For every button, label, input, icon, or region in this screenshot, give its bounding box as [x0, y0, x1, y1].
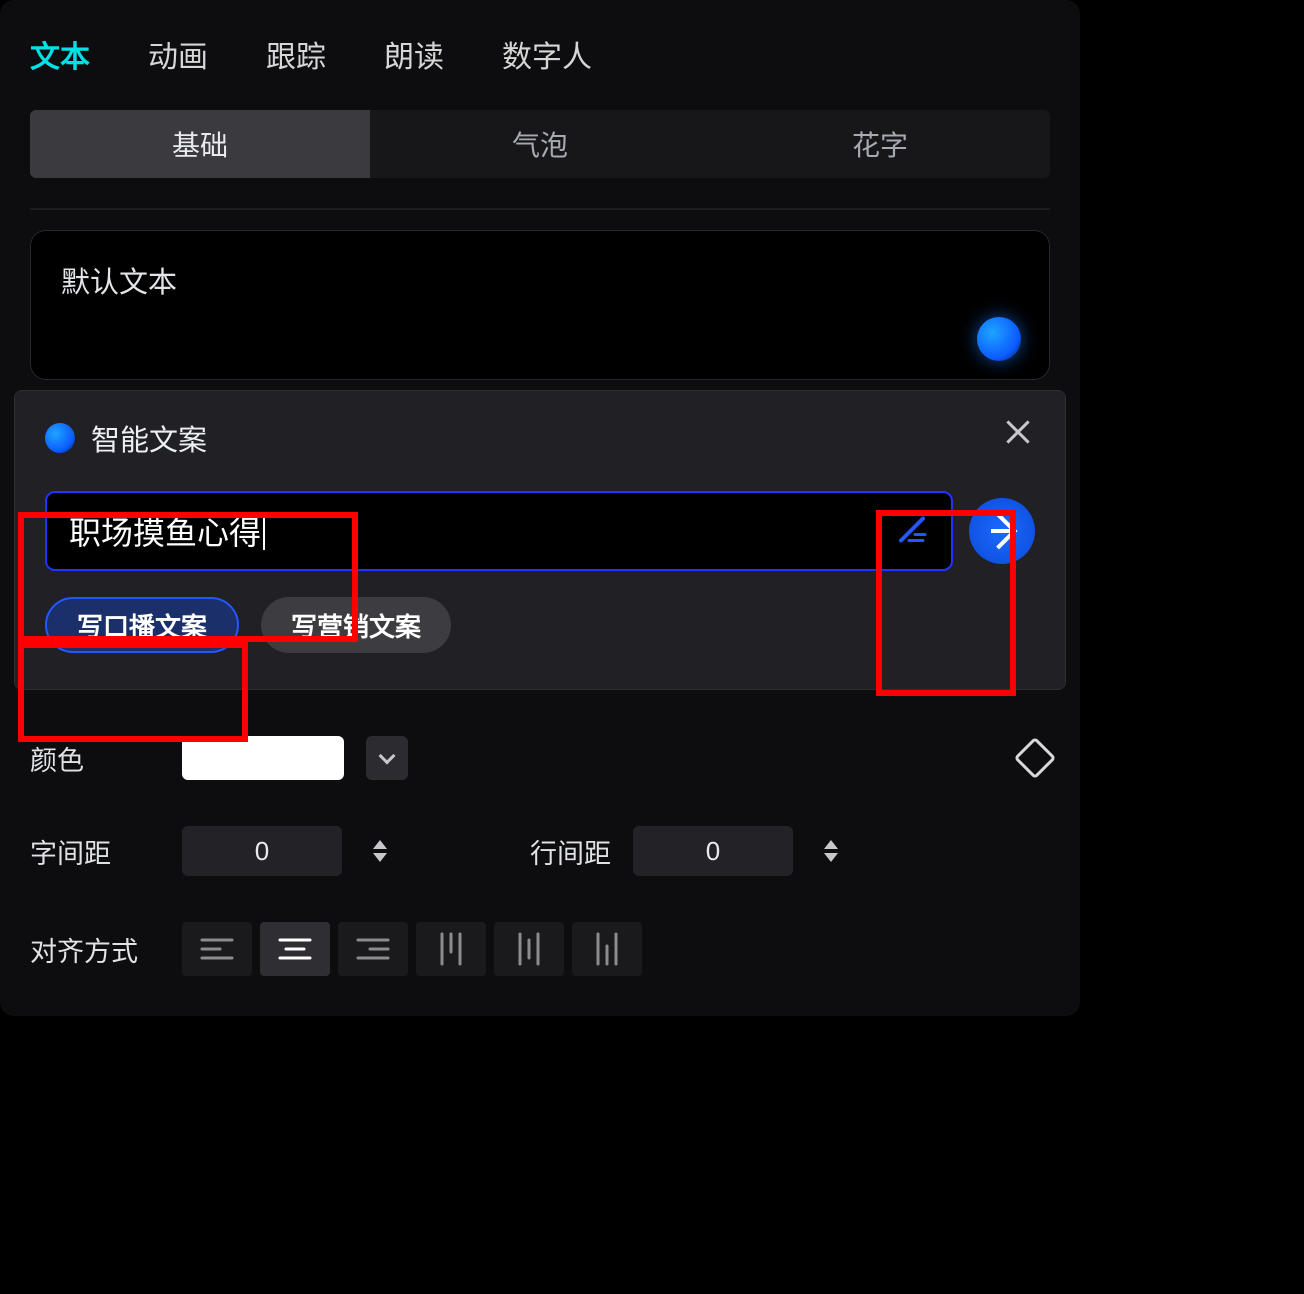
input-line-spacing[interactable]: 0 [633, 826, 793, 876]
chip-marketing-copy[interactable]: 写营销文案 [261, 597, 451, 653]
label-color: 颜色 [30, 739, 160, 778]
smart-copy-popup: 智能文案 职场摸鱼心得 写口播文案 写 [14, 390, 1066, 690]
row-spacing: 字间距 0 行间距 0 [30, 826, 1050, 876]
chevron-down-icon[interactable] [373, 853, 387, 862]
submit-arrow-button[interactable] [969, 498, 1035, 564]
smart-copy-input-text: 职场摸鱼心得 [69, 508, 261, 554]
tab-read[interactable]: 朗读 [384, 32, 444, 76]
color-swatch[interactable] [182, 736, 344, 780]
text-content: 默认文本 [61, 259, 1019, 301]
subtab-basic[interactable]: 基础 [30, 110, 370, 178]
popup-title: 智能文案 [91, 417, 207, 459]
divider [30, 208, 1050, 210]
chevron-down-icon[interactable] [824, 853, 838, 862]
label-align: 对齐方式 [30, 930, 160, 969]
ai-orb-icon[interactable] [977, 317, 1021, 361]
tab-tracking[interactable]: 跟踪 [266, 32, 326, 76]
row-align: 对齐方式 [30, 922, 1050, 976]
ai-orb-icon [45, 423, 75, 453]
color-dropdown[interactable] [366, 736, 408, 780]
smart-copy-input[interactable]: 职场摸鱼心得 [45, 491, 953, 571]
chevron-up-icon[interactable] [373, 840, 387, 849]
align-vertical-center-icon[interactable] [494, 922, 564, 976]
tab-animation[interactable]: 动画 [148, 32, 208, 76]
text-content-box[interactable]: 默认文本 [30, 230, 1050, 380]
sub-tabs: 基础 气泡 花字 [30, 110, 1050, 178]
keyframe-diamond-icon[interactable] [1014, 737, 1056, 779]
subtab-bubble[interactable]: 气泡 [370, 110, 710, 178]
stepper-letter-spacing[interactable] [364, 826, 396, 876]
subtab-fancy[interactable]: 花字 [710, 110, 1050, 178]
align-left-icon[interactable] [182, 922, 252, 976]
align-vertical-right-icon[interactable] [572, 922, 642, 976]
row-color: 颜色 [30, 736, 1050, 780]
tab-text[interactable]: 文本 [30, 32, 90, 76]
align-right-icon[interactable] [338, 922, 408, 976]
chevron-down-icon [379, 748, 396, 765]
tab-avatar[interactable]: 数字人 [502, 32, 592, 76]
close-icon[interactable] [999, 413, 1037, 451]
input-letter-spacing[interactable]: 0 [182, 826, 342, 876]
stepper-line-spacing[interactable] [815, 826, 847, 876]
label-line-spacing: 行间距 [530, 832, 611, 871]
magic-wand-icon[interactable] [895, 511, 931, 552]
align-vertical-left-icon[interactable] [416, 922, 486, 976]
text-cursor [263, 512, 265, 550]
text-properties-panel: 文本 动画 跟踪 朗读 数字人 基础 气泡 花字 默认文本 智能文案 职场摸鱼心… [0, 0, 1080, 1016]
chevron-up-icon[interactable] [824, 840, 838, 849]
label-letter-spacing: 字间距 [30, 832, 160, 871]
chip-script-copy[interactable]: 写口播文案 [45, 597, 239, 653]
align-center-icon[interactable] [260, 922, 330, 976]
top-tabs: 文本 动画 跟踪 朗读 数字人 [0, 0, 1080, 96]
